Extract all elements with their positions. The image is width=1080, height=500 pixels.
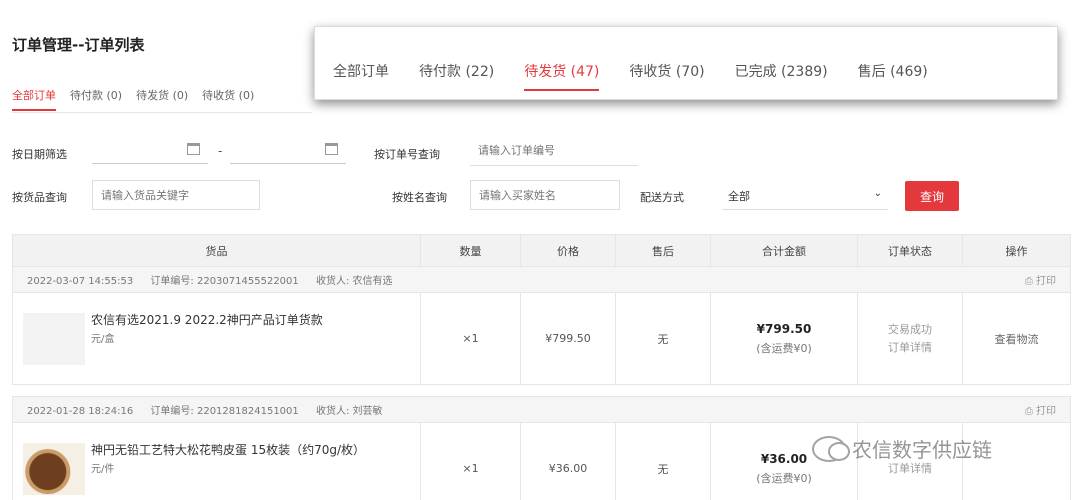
calendar-icon[interactable] [187,143,200,155]
product-keyword-input[interactable] [92,180,260,210]
order-no: 2201281824151001 [196,406,299,417]
order-no-input[interactable] [470,136,638,166]
watermark-text: 农信数字供应链 [852,438,992,462]
order-status: 交易成功 [888,322,932,336]
tab-after-sales-zoom[interactable]: 售后 (469) [858,61,928,91]
delivery-select[interactable]: 全部 ⌄ [722,180,888,210]
total-cell: ¥799.50 (含运费¥0) [710,292,858,385]
shipping-note: (含运费¥0) [756,471,812,485]
end-date-field[interactable] [230,138,346,164]
wechat-icon [812,435,850,462]
chevron-down-icon: ⌄ [873,188,882,199]
qty-cell: ×1 [420,292,521,385]
col-header-status: 订单状态 [857,234,963,267]
tab-pending-payment-zoom[interactable]: 待付款 (22) [419,61,494,91]
product-name[interactable]: 神円无铅工艺特大松花鸭皮蛋 15枚装（约70g/枚） [91,443,365,458]
order-meta-row: 2022-01-28 18:24:16 订单编号: 22012818241510… [12,396,1071,423]
col-header-price: 价格 [520,234,616,267]
order-tabs-small: 全部订单 待付款 (0) 待发货 (0) 待收货 (0) [12,87,254,111]
watermark: 农信数字供应链 [812,434,992,463]
query-button[interactable]: 查询 [905,181,959,211]
price-cell: ¥36.00 [520,422,616,500]
order-no: 2203071455522001 [196,276,299,287]
product-filter-label: 按货品查询 [12,191,67,204]
product-thumbnail[interactable] [23,312,85,365]
tab-pending-shipment[interactable]: 待发货 (0) [136,87,188,111]
start-date-field[interactable] [92,138,208,164]
receiver-label: 收货人: [315,406,350,417]
delivery-select-value: 全部 [728,190,750,203]
product-unit: 元/盒 [91,333,115,345]
col-header-qty: 数量 [420,234,521,267]
order-no-filter-label: 按订单号查询 [374,148,440,161]
action-cell: 查看物流 [962,292,1071,385]
product-thumbnail[interactable] [23,442,85,495]
table-header-row: 货品 数量 价格 售后 合计金额 订单状态 操作 [12,234,1071,267]
tab-pending-receipt-zoom[interactable]: 待收货 (70) [629,61,704,91]
receiver-name: 农信有选 [352,276,393,287]
product-unit: 元/件 [91,463,115,475]
tab-completed-zoom[interactable]: 已完成 (2389) [735,61,828,91]
tabs-divider [12,112,312,113]
price-cell: ¥799.50 [520,292,616,385]
qty-cell: ×1 [420,422,521,500]
print-button[interactable]: ⎙ 打印 [1025,272,1056,287]
buyer-name-input[interactable] [470,180,620,210]
delivery-filter-label: 配送方式 [640,191,684,204]
after-sale-cell: 无 [615,422,711,500]
view-logistics-link[interactable]: 查看物流 [995,333,1039,346]
print-label: 打印 [1036,406,1056,417]
table-row: 农信有选2021.9 2022.2神円产品订单货款 元/盒 ×1 ¥799.50… [12,292,1071,385]
order-meta-row: 2022-03-07 14:55:53 订单编号: 22030714555220… [12,266,1071,293]
order-date: 2022-01-28 18:24:16 [27,406,134,417]
order-detail-link[interactable]: 订单详情 [858,339,962,357]
order-tabs-zoom-panel: 全部订单 待付款 (22) 待发货 (47) 待收货 (70) 已完成 (238… [314,26,1058,100]
receiver-label: 收货人: [315,276,350,287]
tab-pending-receipt[interactable]: 待收货 (0) [202,87,254,111]
col-header-after-sale: 售后 [615,234,711,267]
date-filter-label: 按日期筛选 [12,148,67,161]
print-button[interactable]: ⎙ 打印 [1025,402,1056,417]
date-separator: - [218,144,223,158]
order-no-label: 订单编号: [150,406,194,417]
order-date: 2022-03-07 14:55:53 [27,276,134,287]
tab-all-orders-zoom[interactable]: 全部订单 [333,61,389,91]
total-amount: ¥799.50 [756,321,812,336]
after-sale-cell: 无 [615,292,711,385]
buyer-filter-label: 按姓名查询 [392,191,447,204]
tab-pending-shipment-zoom[interactable]: 待发货 (47) [524,61,600,91]
calendar-icon[interactable] [325,143,338,155]
status-cell: 交易成功 订单详情 [857,292,963,385]
order-no-label: 订单编号: [150,276,194,287]
tab-pending-payment[interactable]: 待付款 (0) [70,87,122,111]
col-header-product: 货品 [12,234,421,267]
col-header-action: 操作 [962,234,1071,267]
col-header-total: 合计金额 [710,234,858,267]
product-name[interactable]: 农信有选2021.9 2022.2神円产品订单货款 [91,313,323,328]
print-label: 打印 [1036,276,1056,287]
receiver-name: 刘芸敏 [352,406,383,417]
shipping-note: (含运费¥0) [756,341,812,355]
page-title: 订单管理--订单列表 [12,36,145,54]
tab-all-orders[interactable]: 全部订单 [12,87,56,111]
